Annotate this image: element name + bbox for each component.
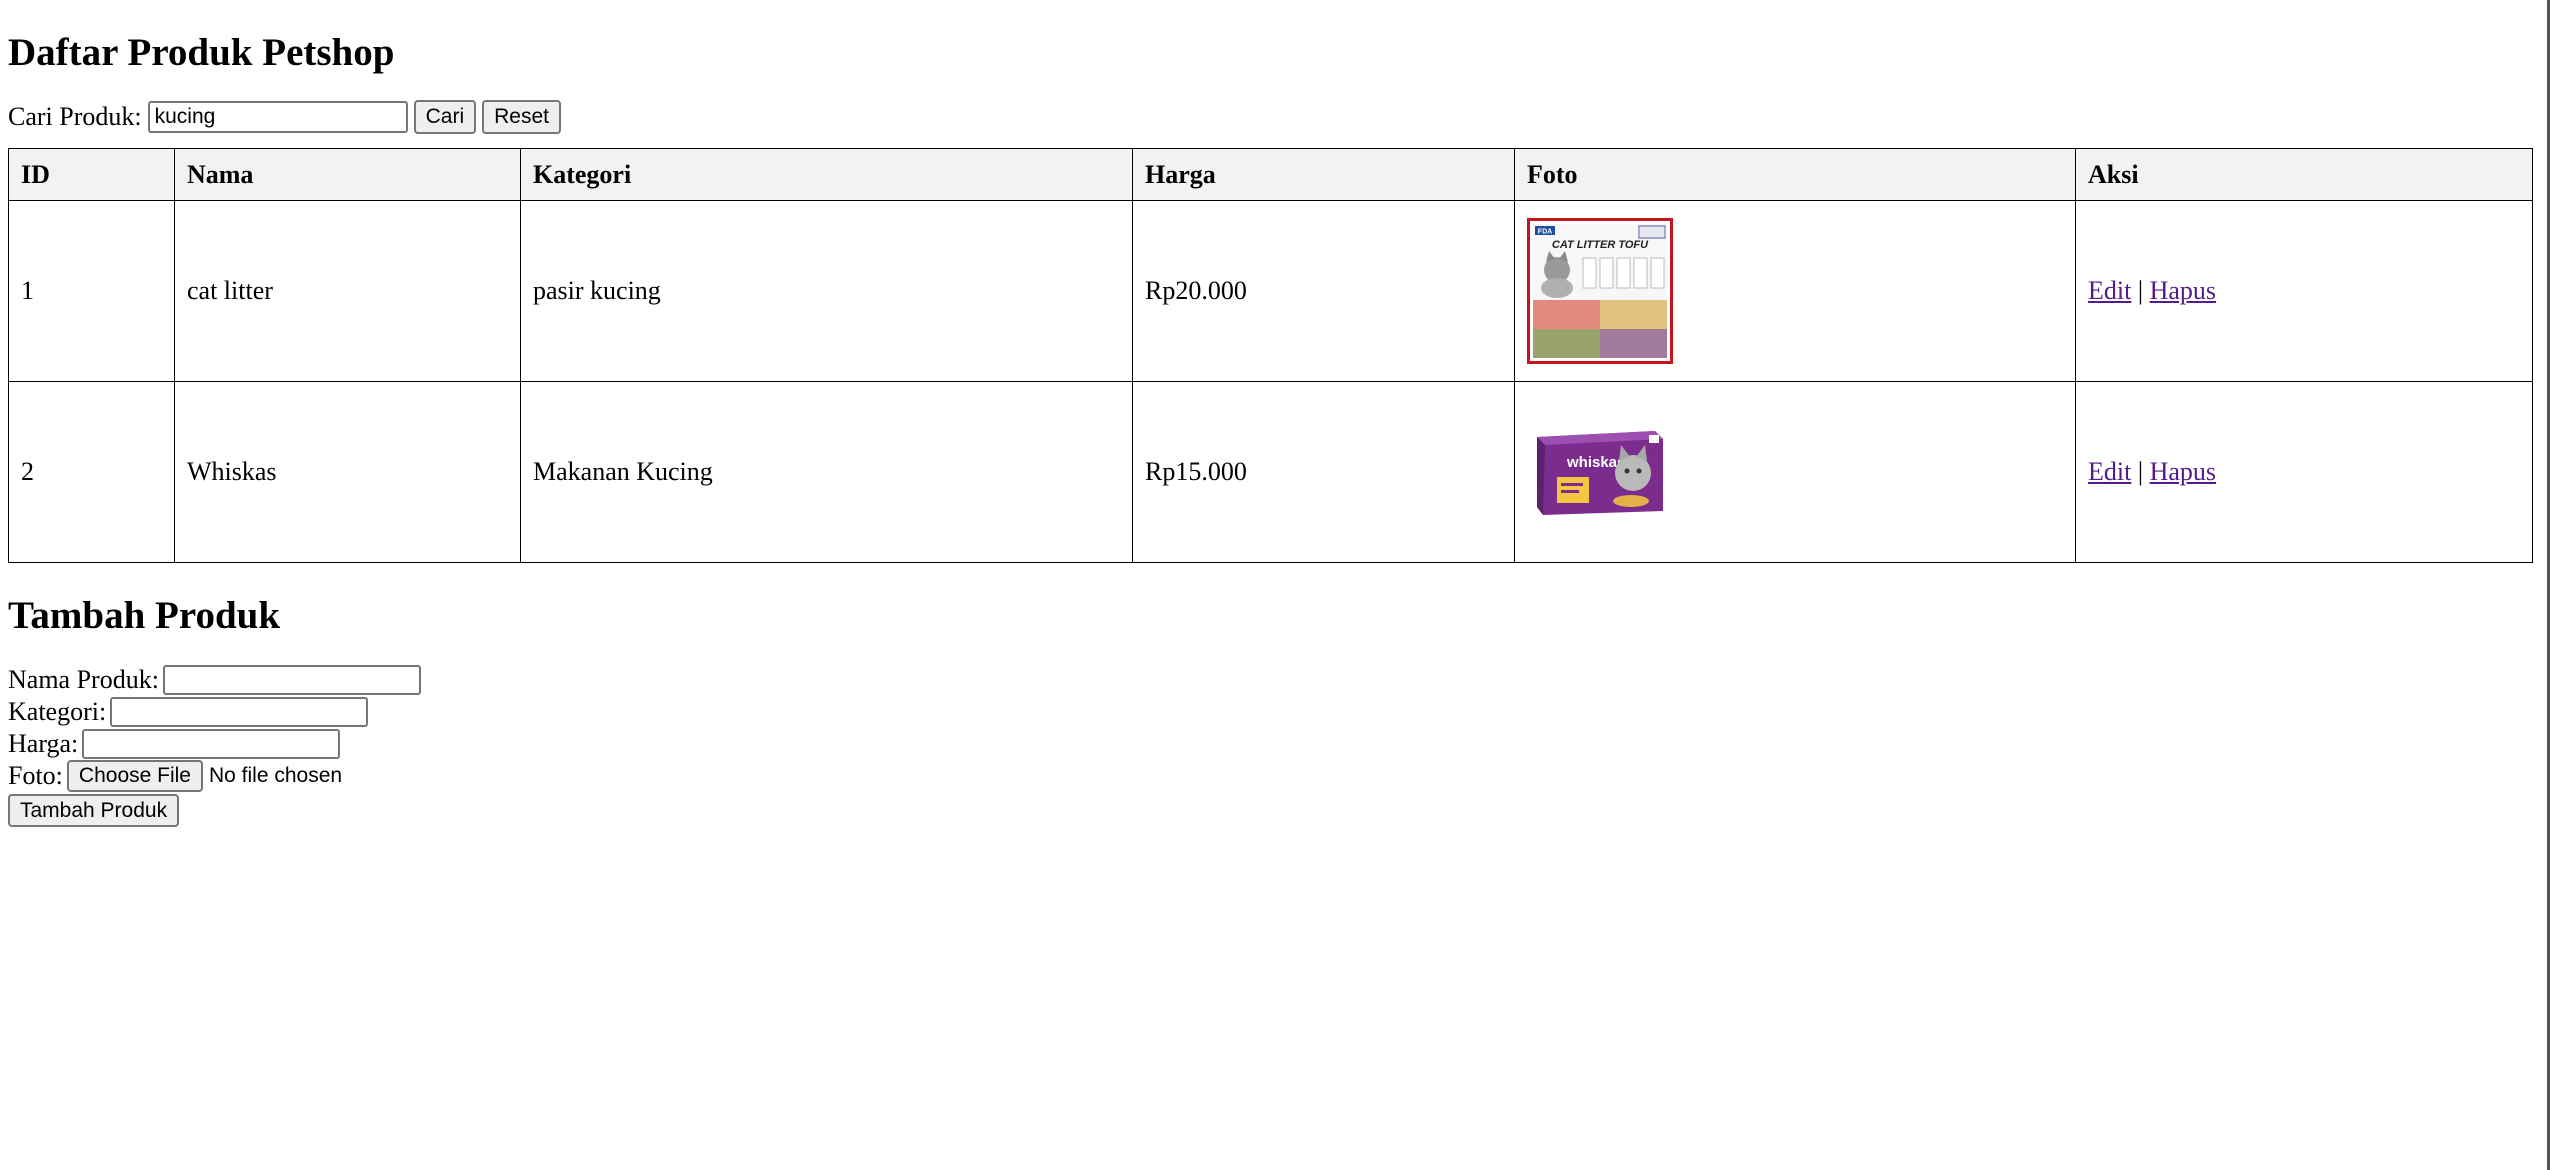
add-product-title: Tambah Produk: [8, 594, 281, 637]
page-title: Daftar Produk Petshop: [8, 31, 395, 74]
search-input[interactable]: [147, 101, 408, 133]
add-product-button[interactable]: Tambah Produk: [8, 794, 180, 827]
cell-harga: Rp15.000: [1132, 381, 1515, 563]
table-row: 2 Whiskas Makanan Kucing Rp15.000 whiska…: [8, 381, 2533, 563]
header-id: ID: [8, 148, 175, 201]
cell-kategori: Makanan Kucing: [520, 381, 1133, 563]
cell-nama: cat litter: [174, 200, 521, 382]
edit-link[interactable]: Edit: [2088, 276, 2131, 305]
nama-row: Nama Produk:: [8, 664, 421, 696]
choose-file-button[interactable]: Choose File: [66, 760, 203, 792]
delete-link[interactable]: Hapus: [2150, 276, 2216, 305]
foto-row: Foto: Choose File No file chosen: [8, 760, 421, 792]
harga-label: Harga:: [8, 729, 79, 758]
products-table: ID Nama Kategori Harga Foto Aksi 1 cat l…: [8, 148, 2533, 563]
harga-row: Harga:: [8, 728, 421, 760]
reset-button[interactable]: Reset: [482, 100, 561, 134]
header-harga: Harga: [1132, 148, 1515, 201]
kategori-label: Kategori:: [8, 697, 107, 726]
cell-nama: Whiskas: [174, 381, 521, 563]
nama-label: Nama Produk:: [8, 665, 159, 694]
header-nama: Nama: [174, 148, 521, 201]
svg-text:FDA: FDA: [1538, 229, 1552, 236]
action-separator: |: [2137, 457, 2144, 486]
cell-foto: whiskas: [1514, 381, 2076, 563]
header-aksi: Aksi: [2075, 148, 2533, 201]
table-header-row: ID Nama Kategori Harga Foto Aksi: [8, 148, 2533, 201]
action-separator: |: [2137, 276, 2144, 305]
cell-aksi: Edit | Hapus: [2075, 381, 2533, 563]
foto-label: Foto:: [8, 761, 63, 790]
add-product-form: Nama Produk: Kategori: Harga: Foto: Choo…: [8, 664, 421, 827]
product-name-input[interactable]: [162, 665, 421, 695]
edit-link[interactable]: Edit: [2088, 457, 2131, 486]
price-input[interactable]: [82, 729, 341, 759]
delete-link[interactable]: Hapus: [2150, 457, 2216, 486]
whiskas-product-image: whiskas: [1527, 399, 1673, 545]
header-kategori: Kategori: [520, 148, 1133, 201]
page: Daftar Produk Petshop Cari Produk: Cari …: [0, 0, 2550, 1170]
cell-kategori: pasir kucing: [520, 200, 1133, 382]
cell-aksi: Edit | Hapus: [2075, 200, 2533, 382]
cell-foto: FDA CAT LITTER TOFU: [1514, 200, 2076, 382]
cell-harga: Rp20.000: [1132, 200, 1515, 382]
header-foto: Foto: [1514, 148, 2076, 201]
search-form: Cari Produk: Cari Reset: [8, 100, 561, 134]
search-button[interactable]: Cari: [413, 100, 477, 134]
cell-id: 1: [8, 200, 175, 382]
file-status-text: No file chosen: [208, 764, 343, 787]
table-row: 1 cat litter pasir kucing Rp20.000 FDA C…: [8, 200, 2533, 382]
kategori-row: Kategori:: [8, 696, 421, 728]
category-input[interactable]: [110, 697, 369, 727]
cat-litter-product-image: FDA CAT LITTER TOFU: [1527, 218, 1673, 364]
svg-text:CAT LITTER TOFU: CAT LITTER TOFU: [1552, 239, 1649, 251]
search-label: Cari Produk:: [8, 102, 142, 131]
cell-id: 2: [8, 381, 175, 563]
